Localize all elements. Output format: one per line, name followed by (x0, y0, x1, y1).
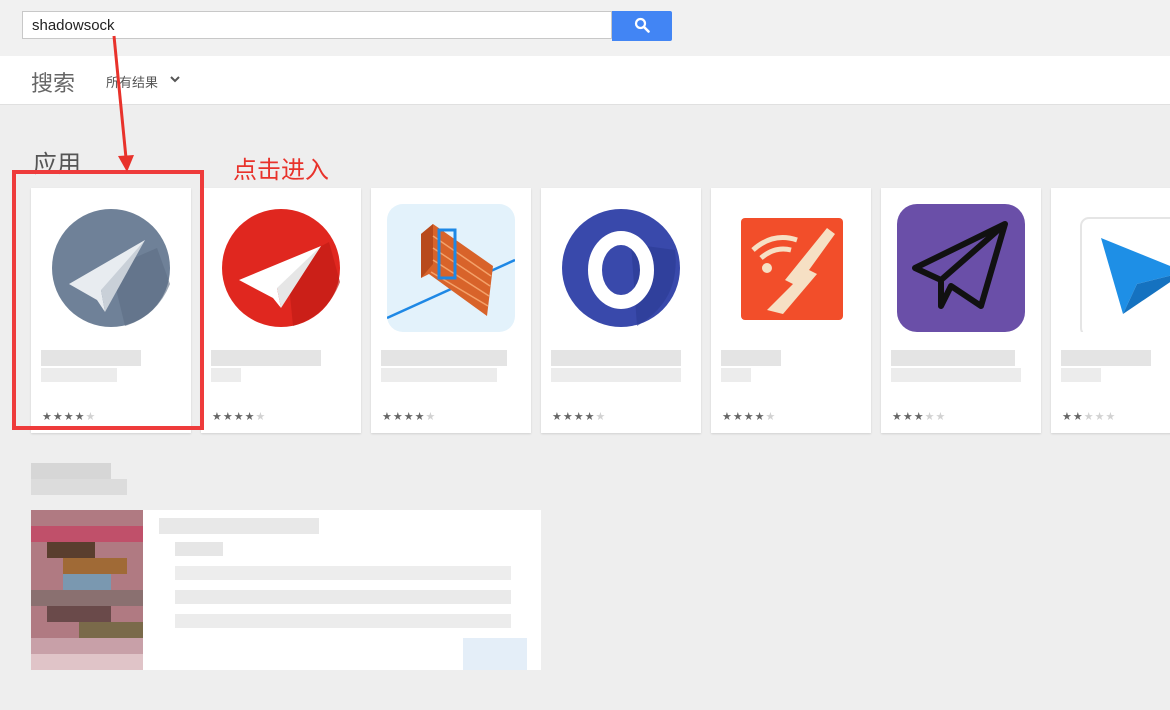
blurred-thumbnail (31, 510, 143, 670)
blurred-article-card[interactable] (31, 510, 541, 670)
